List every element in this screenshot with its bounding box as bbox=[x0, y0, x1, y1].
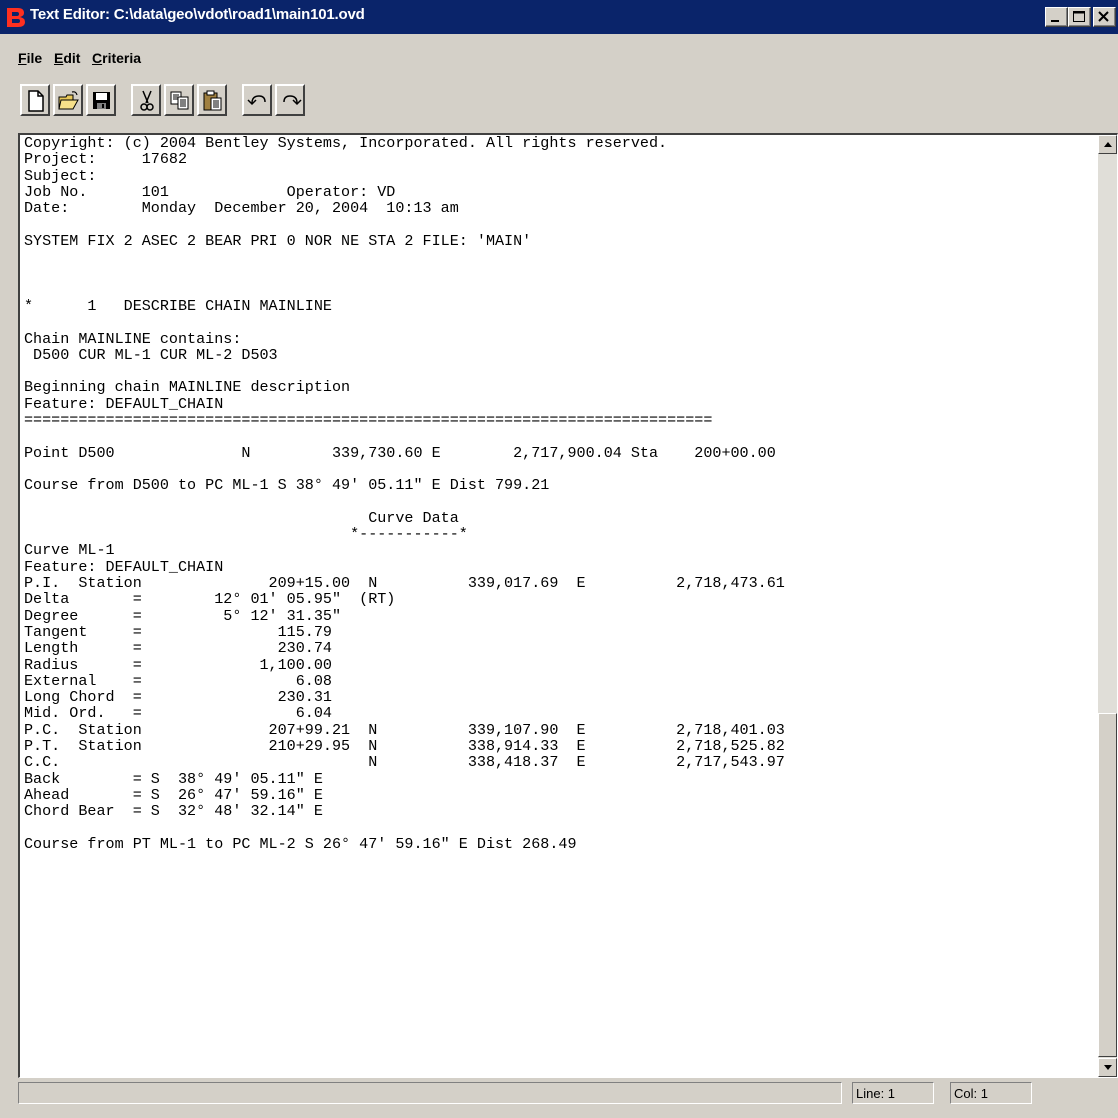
title-bar[interactable]: Text Editor: C:\data\geo\vdot\road1\main… bbox=[0, 0, 1118, 34]
document-line[interactable]: External = 6.08 bbox=[24, 672, 1092, 689]
menu-bar: File Edit Criteria bbox=[0, 34, 1118, 74]
menu-edit-rest: dit bbox=[63, 50, 81, 66]
document-line[interactable]: Degree = 5° 12' 31.35" bbox=[24, 607, 1092, 624]
text-editor-area[interactable]: Copyright: (c) 2004 Bentley Systems, Inc… bbox=[18, 133, 1118, 1078]
document-line[interactable]: Job No. 101 Operator: VD bbox=[24, 184, 1092, 201]
document-line[interactable] bbox=[24, 249, 1092, 265]
document-line[interactable]: Long Chord = 230.31 bbox=[24, 689, 1092, 706]
document-line[interactable]: Course from PT ML-1 to PC ML-2 S 26° 47'… bbox=[24, 835, 1092, 852]
document-line[interactable]: Chord Bear = S 32° 48' 32.14" E bbox=[24, 803, 1092, 820]
scroll-up-button[interactable] bbox=[1098, 135, 1117, 154]
document-line[interactable]: Radius = 1,100.00 bbox=[24, 656, 1092, 673]
menu-criteria-rest: riteria bbox=[102, 50, 142, 66]
document-line[interactable]: Feature: DEFAULT_CHAIN bbox=[24, 395, 1092, 412]
copy-icon bbox=[170, 91, 189, 110]
status-message bbox=[18, 1082, 842, 1104]
document-line[interactable]: Point D500 N 339,730.60 E 2,717,900.04 S… bbox=[24, 444, 1092, 461]
menu-criteria[interactable]: Criteria bbox=[92, 50, 141, 66]
cut-button[interactable] bbox=[131, 84, 161, 116]
redo-icon bbox=[283, 95, 302, 106]
document-line[interactable]: ========================================… bbox=[24, 412, 1092, 429]
document-line[interactable]: Project: 17682 bbox=[24, 151, 1092, 168]
document-line[interactable]: Mid. Ord. = 6.04 bbox=[24, 705, 1092, 722]
document-text[interactable]: Copyright: (c) 2004 Bentley Systems, Inc… bbox=[24, 135, 1092, 1075]
window-title: Text Editor: C:\data\geo\vdot\road1\main… bbox=[30, 6, 365, 23]
document-line[interactable] bbox=[24, 363, 1092, 379]
document-line[interactable] bbox=[24, 819, 1092, 835]
document-line[interactable]: Subject: bbox=[24, 167, 1092, 184]
open-button[interactable] bbox=[53, 84, 83, 116]
arrow-down-icon bbox=[1104, 1065, 1112, 1070]
minimize-button[interactable] bbox=[1045, 7, 1068, 27]
redo-button[interactable] bbox=[275, 84, 305, 116]
status-bar: Line: 1 Col: 1 bbox=[0, 1080, 1118, 1118]
open-folder-icon bbox=[58, 91, 79, 110]
document-line[interactable]: P.T. Station 210+29.95 N 338,914.33 E 2,… bbox=[24, 738, 1092, 755]
document-line[interactable]: Curve ML-1 bbox=[24, 542, 1092, 559]
document-line[interactable]: SYSTEM FIX 2 ASEC 2 BEAR PRI 0 NOR NE ST… bbox=[24, 232, 1092, 249]
document-line[interactable]: Beginning chain MAINLINE description bbox=[24, 379, 1092, 396]
status-col: Col: 1 bbox=[950, 1082, 1032, 1104]
document-line[interactable]: C.C. N 338,418.37 E 2,717,543.97 bbox=[24, 754, 1092, 771]
menu-file-rest: ile bbox=[26, 50, 43, 66]
bentley-b-icon bbox=[4, 5, 28, 29]
text-editor-window: Text Editor: C:\data\geo\vdot\road1\main… bbox=[0, 0, 1118, 1118]
document-line[interactable]: *-----------* bbox=[24, 526, 1092, 543]
copy-button[interactable] bbox=[164, 84, 194, 116]
arrow-up-icon bbox=[1104, 142, 1112, 147]
document-line[interactable]: Chain MAINLINE contains: bbox=[24, 330, 1092, 347]
undo-icon bbox=[247, 95, 266, 106]
cut-scissors-icon bbox=[140, 90, 154, 111]
document-line[interactable]: Curve Data bbox=[24, 510, 1092, 527]
menu-file[interactable]: File bbox=[18, 50, 42, 66]
new-button[interactable] bbox=[20, 84, 50, 116]
document-line[interactable]: P.C. Station 207+99.21 N 339,107.90 E 2,… bbox=[24, 721, 1092, 738]
menu-edit[interactable]: Edit bbox=[54, 50, 80, 66]
document-line[interactable] bbox=[24, 282, 1092, 298]
document-line[interactable]: Back = S 38° 49' 05.11" E bbox=[24, 770, 1092, 787]
undo-button[interactable] bbox=[242, 84, 272, 116]
close-icon bbox=[1098, 11, 1109, 22]
document-line[interactable]: Course from D500 to PC ML-1 S 38° 49' 05… bbox=[24, 477, 1092, 494]
document-line[interactable]: P.I. Station 209+15.00 N 339,017.69 E 2,… bbox=[24, 575, 1092, 592]
document-line[interactable] bbox=[24, 428, 1092, 444]
document-line[interactable] bbox=[24, 494, 1092, 510]
document-line[interactable]: Delta = 12° 01' 05.95" (RT) bbox=[24, 591, 1092, 608]
document-line[interactable]: Ahead = S 26° 47' 59.16" E bbox=[24, 787, 1092, 804]
maximize-button[interactable] bbox=[1068, 7, 1091, 27]
paste-button[interactable] bbox=[197, 84, 227, 116]
document-line[interactable] bbox=[24, 216, 1092, 232]
document-line[interactable]: Feature: DEFAULT_CHAIN bbox=[24, 558, 1092, 575]
status-line: Line: 1 bbox=[852, 1082, 934, 1104]
toolbar bbox=[20, 80, 308, 120]
document-line[interactable]: D500 CUR ML-1 CUR ML-2 D503 bbox=[24, 347, 1092, 364]
document-line[interactable] bbox=[24, 265, 1092, 281]
document-line[interactable] bbox=[24, 314, 1092, 330]
minimize-icon bbox=[1051, 20, 1059, 22]
close-button[interactable] bbox=[1093, 7, 1116, 27]
new-document-icon bbox=[28, 90, 44, 112]
maximize-icon bbox=[1073, 11, 1085, 22]
save-disk-icon bbox=[93, 92, 110, 109]
document-line[interactable]: Length = 230.74 bbox=[24, 640, 1092, 657]
document-line[interactable]: * 1 DESCRIBE CHAIN MAINLINE bbox=[24, 298, 1092, 315]
save-button[interactable] bbox=[86, 84, 116, 116]
paste-clipboard-icon bbox=[203, 90, 222, 111]
scroll-thumb[interactable] bbox=[1098, 713, 1117, 1057]
document-line[interactable]: Copyright: (c) 2004 Bentley Systems, Inc… bbox=[24, 135, 1092, 151]
vertical-scrollbar[interactable] bbox=[1098, 135, 1117, 1077]
document-line[interactable]: Date: Monday December 20, 2004 10:13 am bbox=[24, 200, 1092, 217]
document-line[interactable]: Tangent = 115.79 bbox=[24, 624, 1092, 641]
scroll-down-button[interactable] bbox=[1098, 1058, 1117, 1077]
document-line[interactable] bbox=[24, 461, 1092, 477]
